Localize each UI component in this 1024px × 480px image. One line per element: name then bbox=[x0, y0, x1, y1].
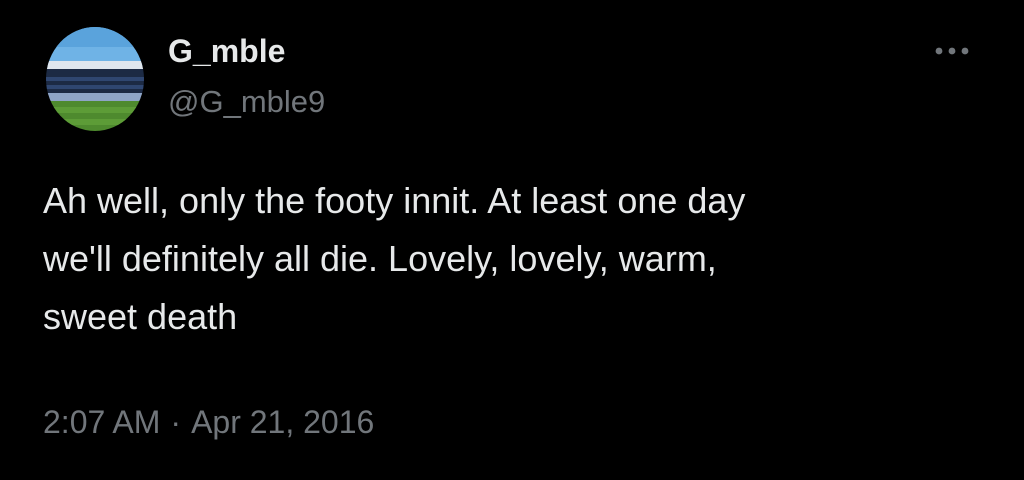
tweet-text-line: Ah well, only the footy innit. At least … bbox=[43, 180, 746, 221]
display-name[interactable]: G_mble bbox=[168, 31, 285, 71]
more-options-icon bbox=[935, 47, 969, 55]
tweet-metadata: 2:07 AM · Apr 21, 2016 bbox=[43, 402, 374, 442]
tweet-text-line: we'll definitely all die. Lovely, lovely… bbox=[43, 238, 717, 279]
tweet-card: G_mble @G_mble9 Ah well, only the footy … bbox=[0, 0, 1024, 480]
tweet-time[interactable]: 2:07 AM bbox=[43, 404, 160, 440]
metadata-separator: · bbox=[170, 404, 182, 440]
tweet-text-line: sweet death bbox=[43, 296, 238, 337]
account-handle[interactable]: @G_mble9 bbox=[168, 83, 325, 121]
more-options-button[interactable] bbox=[930, 36, 974, 66]
stadium-photo-icon bbox=[46, 27, 144, 131]
avatar[interactable] bbox=[46, 27, 144, 131]
tweet-date[interactable]: Apr 21, 2016 bbox=[191, 404, 374, 440]
tweet-text: Ah well, only the footy innit. At least … bbox=[43, 172, 973, 346]
